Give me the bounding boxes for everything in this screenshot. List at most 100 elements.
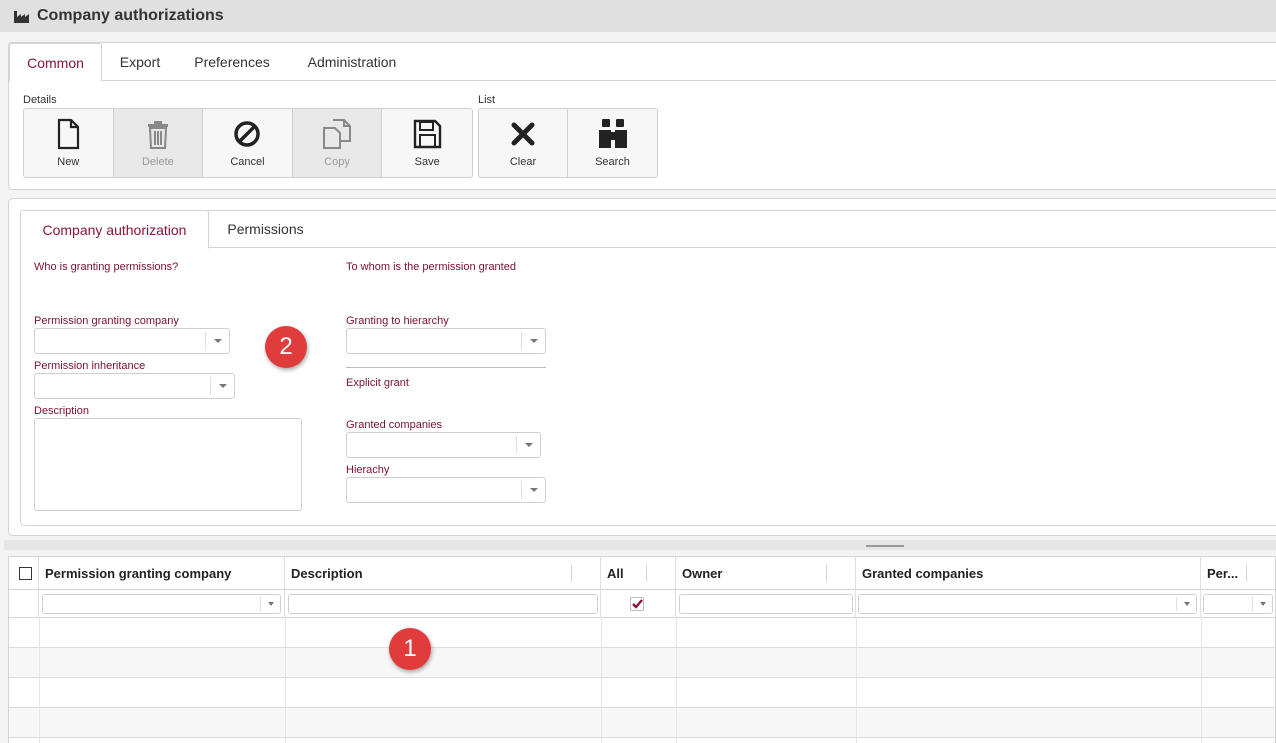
factory-icon bbox=[14, 11, 29, 23]
chevron-down-icon[interactable] bbox=[521, 481, 545, 499]
new-file-icon bbox=[58, 118, 80, 150]
hierarchy-select[interactable] bbox=[346, 477, 546, 503]
step-badge-2: 2 bbox=[265, 326, 307, 368]
col-granting-company[interactable]: Permission granting company bbox=[39, 557, 285, 590]
granted-companies-filter[interactable] bbox=[858, 594, 1197, 614]
tab-administration[interactable]: Administration bbox=[286, 43, 418, 81]
clear-x-icon bbox=[511, 122, 535, 146]
col-all[interactable]: All bbox=[601, 557, 676, 590]
panel-splitter[interactable] bbox=[4, 540, 1276, 550]
cancel-button-label: Cancel bbox=[230, 156, 265, 168]
clear-button[interactable]: Clear bbox=[479, 109, 568, 177]
explicit-grant-label: Explicit grant bbox=[346, 377, 409, 389]
table-row[interactable] bbox=[9, 708, 1275, 738]
results-grid: Permission granting company Description … bbox=[8, 556, 1276, 743]
per-filter[interactable] bbox=[1203, 594, 1273, 614]
right-heading: To whom is the permission granted bbox=[346, 261, 516, 273]
delete-button-label: Delete bbox=[141, 156, 174, 168]
col-all-label: All bbox=[607, 566, 624, 581]
filter-row bbox=[9, 590, 1275, 618]
list-toolbar: Clear Search bbox=[478, 108, 658, 178]
filter-cell bbox=[39, 590, 285, 618]
description-textarea[interactable] bbox=[34, 418, 302, 511]
save-button-label: Save bbox=[414, 156, 440, 168]
column-divider bbox=[285, 618, 286, 743]
table-row[interactable] bbox=[9, 618, 1275, 648]
page-title: Company authorizations bbox=[37, 7, 224, 24]
chevron-down-icon[interactable] bbox=[260, 597, 280, 611]
chevron-down-icon[interactable] bbox=[210, 377, 234, 395]
filter-cell bbox=[676, 590, 856, 618]
form-panel: Company authorization Permissions Who is… bbox=[8, 198, 1276, 536]
cancel-icon bbox=[234, 121, 261, 147]
owner-filter[interactable] bbox=[679, 594, 853, 614]
column-resizer[interactable] bbox=[646, 565, 647, 582]
granted-companies-label: Granted companies bbox=[346, 419, 442, 431]
filter-cell bbox=[856, 590, 1201, 618]
granting-hierarchy-select[interactable] bbox=[346, 328, 546, 354]
chevron-down-icon[interactable] bbox=[205, 332, 229, 350]
binoculars-icon bbox=[598, 119, 627, 148]
tab-preferences[interactable]: Preferences bbox=[178, 43, 286, 81]
select-all-cell bbox=[9, 557, 39, 590]
save-button[interactable]: Save bbox=[382, 109, 472, 177]
column-divider bbox=[601, 618, 602, 743]
column-divider bbox=[676, 618, 677, 743]
granting-company-select[interactable] bbox=[34, 328, 230, 354]
filter-cell bbox=[601, 590, 676, 618]
tab-common[interactable]: Common bbox=[9, 43, 102, 82]
step-badge-1: 1 bbox=[389, 628, 431, 670]
description-filter[interactable] bbox=[288, 594, 598, 614]
form-inner: Company authorization Permissions Who is… bbox=[20, 210, 1276, 526]
copy-button-label: Copy bbox=[324, 156, 350, 168]
chevron-down-icon[interactable] bbox=[516, 436, 540, 454]
granted-companies-select[interactable] bbox=[346, 432, 541, 458]
col-owner[interactable]: Owner bbox=[676, 557, 856, 590]
list-group-label: List bbox=[478, 94, 496, 106]
filter-cell bbox=[1201, 590, 1276, 618]
col-description[interactable]: Description bbox=[285, 557, 601, 590]
column-divider bbox=[856, 618, 857, 743]
inheritance-select[interactable] bbox=[34, 373, 235, 399]
save-icon bbox=[413, 119, 442, 149]
column-divider bbox=[1201, 618, 1202, 743]
clear-button-label: Clear bbox=[509, 156, 537, 168]
filter-cell bbox=[9, 590, 39, 618]
col-granted-companies-label: Granted companies bbox=[862, 566, 984, 581]
delete-button[interactable]: Delete bbox=[113, 109, 204, 177]
chevron-down-icon[interactable] bbox=[521, 332, 545, 350]
hierarchy-label: Hierachy bbox=[346, 464, 390, 476]
tab-company-authorization[interactable]: Company authorization bbox=[20, 210, 209, 249]
tab-export[interactable]: Export bbox=[102, 43, 178, 81]
column-resizer[interactable] bbox=[1246, 565, 1247, 582]
col-granted-companies[interactable]: Granted companies bbox=[856, 557, 1201, 590]
search-button[interactable]: Search bbox=[568, 109, 657, 177]
ribbon-panel: Common Export Preferences Administration… bbox=[8, 42, 1276, 190]
col-owner-label: Owner bbox=[682, 566, 723, 581]
title-bar: Company authorizations bbox=[0, 0, 1276, 32]
new-button[interactable]: New bbox=[24, 109, 114, 177]
copy-icon bbox=[323, 119, 352, 149]
granting-company-label: Permission granting company bbox=[34, 315, 179, 327]
column-resizer[interactable] bbox=[826, 565, 827, 582]
chevron-down-icon[interactable] bbox=[1252, 597, 1272, 611]
select-all-checkbox[interactable] bbox=[19, 567, 32, 580]
granting-hierarchy-label: Granting to hierarchy bbox=[346, 315, 449, 327]
description-label: Description bbox=[34, 405, 90, 417]
search-button-label: Search bbox=[595, 156, 630, 168]
table-row[interactable] bbox=[9, 678, 1275, 708]
column-resizer[interactable] bbox=[571, 565, 572, 582]
chevron-down-icon[interactable] bbox=[1176, 597, 1196, 611]
copy-button[interactable]: Copy bbox=[292, 109, 383, 177]
table-row[interactable] bbox=[9, 648, 1275, 678]
all-filter-checkbox[interactable] bbox=[630, 597, 644, 611]
col-per[interactable]: Per... bbox=[1201, 557, 1276, 590]
splitter-grip[interactable] bbox=[866, 545, 904, 547]
granting-company-filter[interactable] bbox=[42, 594, 281, 614]
details-toolbar: New Delete Cancel Copy Save bbox=[23, 108, 473, 178]
checkmark-icon bbox=[632, 599, 643, 609]
trash-icon bbox=[147, 121, 168, 149]
tab-permissions[interactable]: Permissions bbox=[209, 210, 322, 248]
new-button-label: New bbox=[57, 156, 80, 168]
cancel-button[interactable]: Cancel bbox=[203, 109, 293, 177]
